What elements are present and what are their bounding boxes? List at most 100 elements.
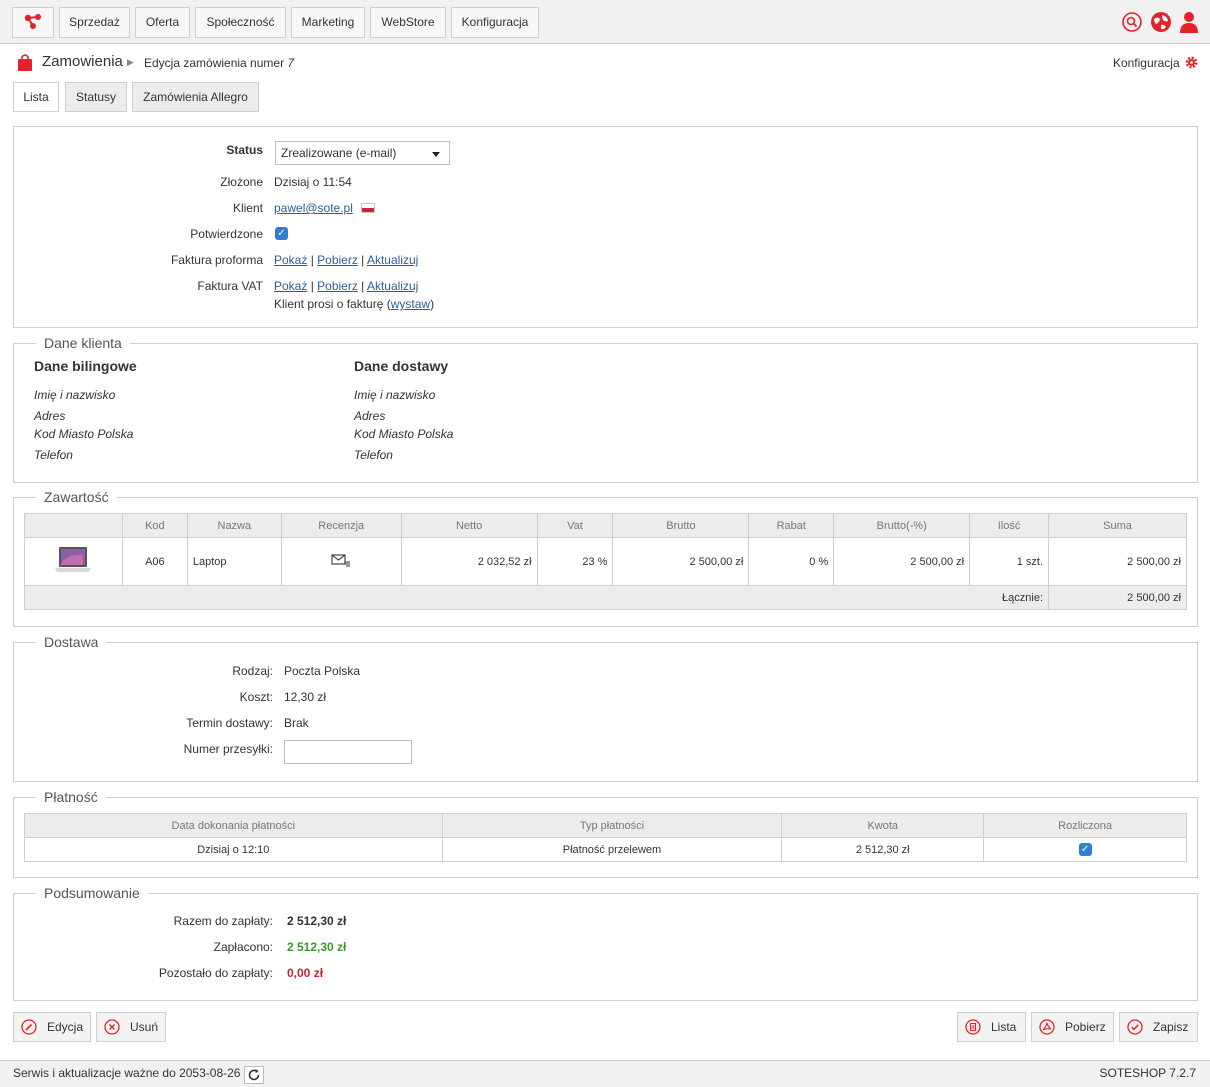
col-discount: Rabat (748, 513, 835, 538)
top-bar: Sprzedaż Oferta Społeczność Marketing We… (0, 0, 1210, 44)
col-sum: Suma (1048, 513, 1187, 538)
gear-icon (1185, 56, 1198, 69)
payment-panel: Płatność Data dokonania płatności Typ pł… (13, 788, 1198, 878)
payment-table: Data dokonania płatności Typ płatności K… (24, 813, 1187, 862)
total-label: Łącznie: (23, 585, 1050, 610)
shipping-type-value: Poczta Polska (284, 664, 361, 678)
delivery-term-value: Brak (284, 716, 309, 730)
edit-button[interactable]: Edycja (13, 1012, 91, 1042)
payment-date: Dzisiaj o 12:10 (24, 837, 443, 862)
products-header-row: Kod Nazwa Recenzja Netto Vat Brutto Raba… (24, 513, 1187, 538)
shipping-type-label: Rodzaj: (232, 664, 273, 678)
tab-lista[interactable]: Lista (13, 82, 59, 112)
table-row: A06 Laptop 2 032,52 zł 23 % 2 500,00 zł … (24, 537, 1187, 586)
invoice-issue-link[interactable]: wystaw (391, 297, 430, 311)
col-brutto: Brutto (612, 513, 750, 538)
tab-statusy[interactable]: Statusy (65, 82, 127, 112)
col-netto: Netto (400, 513, 538, 538)
config-link[interactable]: Konfiguracja (1113, 56, 1198, 70)
proforma-download-link[interactable]: Pobierz (317, 253, 358, 267)
product-thumbnail[interactable] (24, 537, 123, 586)
footer: Serwis i aktualizacje ważne do 2053-08-2… (0, 1060, 1210, 1087)
list-button[interactable]: Lista (957, 1012, 1026, 1042)
client-email-link[interactable]: pawel@sote.pl (274, 201, 353, 215)
save-button[interactable]: Zapisz (1119, 1012, 1198, 1042)
vat-update-link[interactable]: Aktualizuj (367, 279, 418, 293)
col-qty: Ilość (969, 513, 1050, 538)
page-title: Edycja zamówienia numer 7 (144, 56, 295, 70)
proforma-update-link[interactable]: Aktualizuj (367, 253, 418, 267)
nav-konfiguracja[interactable]: Konfiguracja (451, 7, 539, 38)
nav-oferta[interactable]: Oferta (135, 7, 190, 38)
client-value: pawel@sote.pl (274, 201, 375, 215)
delete-button[interactable]: Usuń (96, 1012, 166, 1042)
paid-label: Zapłacono: (213, 940, 273, 954)
share-logo-icon (24, 14, 41, 29)
confirmed-checkbox[interactable]: ✓ (275, 225, 288, 240)
invoice-request-text: Klient prosi o fakturę ( (274, 297, 391, 311)
product-name: Laptop (186, 537, 282, 586)
summary-legend: Podsumowanie (36, 884, 148, 902)
billing-address: Adres (34, 409, 66, 423)
shipping-name: Imię i nazwisko (354, 388, 436, 402)
edit-label: Edycja (47, 1020, 84, 1034)
tracking-number-input[interactable] (284, 740, 412, 764)
status-select[interactable]: Zrealizowane (e-mail) (275, 141, 450, 165)
vat-invoice-label: Faktura VAT (197, 279, 263, 293)
user-icon[interactable] (1178, 11, 1200, 33)
placed-value: Dzisiaj o 11:54 (274, 175, 352, 189)
laptop-image (55, 547, 92, 572)
invoice-request: Klient prosi o fakturę (wystaw) (274, 297, 434, 311)
version-label: SOTESHOP 7.2.7 (1099, 1066, 1197, 1080)
payment-settled-checkbox[interactable]: ✓ (983, 837, 1187, 862)
nav-spolecznosc[interactable]: Społeczność (195, 7, 286, 38)
product-qty: 1 szt. (969, 537, 1050, 586)
logo-button[interactable] (12, 7, 54, 38)
globe-icon[interactable] (1150, 11, 1172, 33)
chevron-down-icon (432, 152, 440, 157)
order-info-panel: Status Zrealizowane (e-mail) Złożone Dzi… (13, 126, 1198, 328)
billing-name: Imię i nazwisko (34, 388, 116, 402)
client-data-legend: Dane klienta (36, 334, 130, 352)
config-label: Konfiguracja (1112, 56, 1180, 70)
remaining-value: 0,00 zł (287, 966, 324, 980)
vat-show-link[interactable]: Pokaż (274, 279, 307, 293)
products-table: Kod Nazwa Recenzja Netto Vat Brutto Raba… (23, 513, 1187, 610)
nav-sprzedaz[interactable]: Sprzedaż (59, 7, 130, 38)
product-code: A06 (121, 537, 188, 586)
check-circle-icon (1127, 1019, 1143, 1035)
proforma-links: Pokaż | Pobierz | Aktualizuj (274, 253, 419, 267)
nav-marketing[interactable]: Marketing (291, 7, 365, 38)
col-image (24, 513, 123, 538)
col-payment-amount: Kwota (781, 813, 985, 838)
proforma-show-link[interactable]: Pokaż (274, 253, 307, 267)
shipping-address: Adres (354, 409, 386, 423)
product-sum: 2 500,00 zł (1048, 537, 1187, 586)
vat-download-link[interactable]: Pobierz (317, 279, 358, 293)
tracking-label: Numer przesyłki: (183, 742, 273, 756)
breadcrumb-arrow-icon: ▶ (127, 57, 134, 67)
shopping-bag-icon (18, 54, 32, 71)
envelope-review-icon[interactable] (331, 553, 351, 567)
shipping-city: Kod Miasto Polska (354, 427, 454, 441)
review-cell (280, 537, 402, 586)
nav-webstore[interactable]: WebStore (370, 7, 446, 38)
search-icon[interactable] (1121, 11, 1143, 33)
download-button[interactable]: Pobierz (1031, 1012, 1114, 1042)
tab-zamowienia-allegro[interactable]: Zamówienia Allegro (132, 82, 259, 112)
col-review: Recenzja (280, 513, 402, 538)
payment-amount: 2 512,30 zł (781, 837, 985, 862)
breadcrumb-section[interactable]: Zamowienia (42, 53, 123, 70)
delivery-term-label: Termin dostawy: (186, 716, 273, 730)
summary-panel: Podsumowanie Razem do zapłaty: 2 512,30 … (13, 884, 1198, 1001)
delete-label: Usuń (130, 1020, 159, 1034)
col-code: Kod (121, 513, 188, 538)
service-info: Serwis i aktualizacje ważne do 2053-08-2… (13, 1066, 265, 1084)
order-number: 7 (287, 56, 295, 70)
client-label: Klient (232, 201, 263, 215)
save-label: Zapisz (1153, 1020, 1189, 1034)
total-due-label: Razem do zapłaty: (173, 914, 273, 928)
refresh-button[interactable] (244, 1066, 265, 1084)
col-brutto-discount: Brutto(-%) (833, 513, 971, 538)
download-label: Pobierz (1065, 1020, 1106, 1034)
